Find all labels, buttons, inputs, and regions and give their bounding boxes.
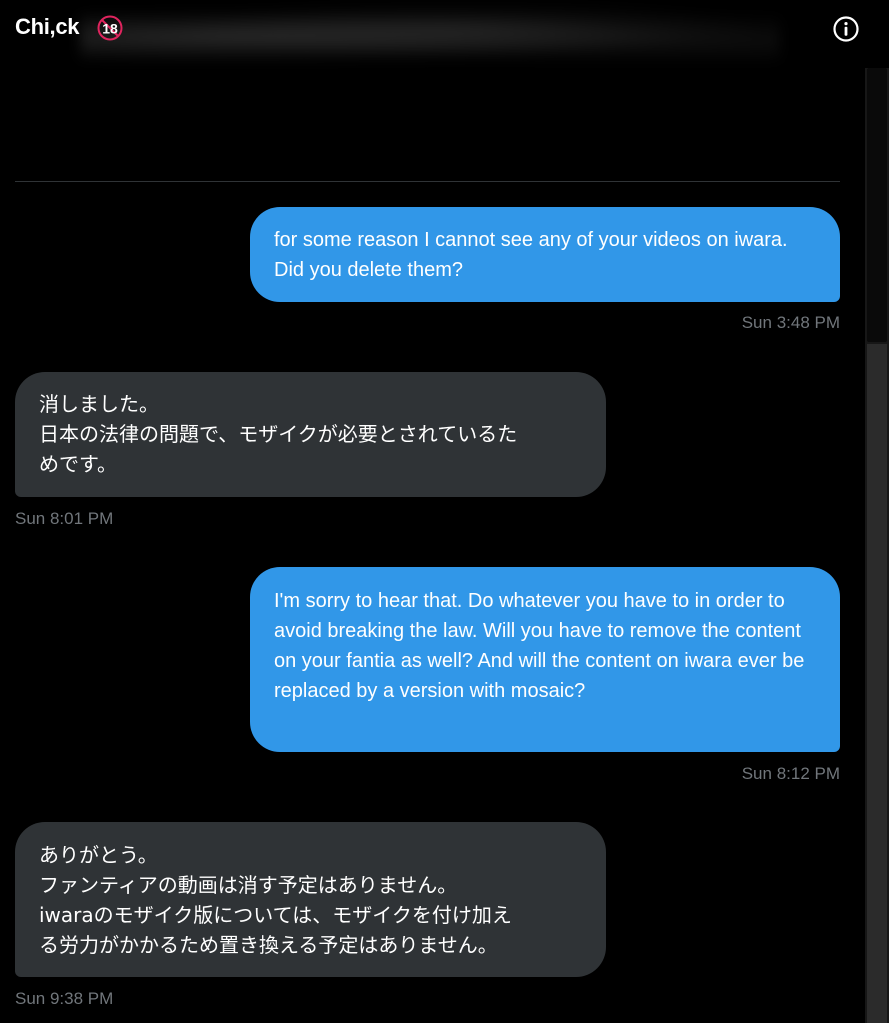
message-timestamp: Sun 9:38 PM bbox=[15, 989, 114, 1008]
age-badge-label: 18 bbox=[102, 21, 118, 37]
conversation-title[interactable]: Chi,ck bbox=[15, 14, 80, 40]
message-bubble-received[interactable]: 消しました。 日本の法律の問題で、モザイクが必要とされているた めです。 bbox=[15, 372, 606, 497]
age-restriction-icon: 18 bbox=[97, 15, 123, 41]
divider bbox=[15, 181, 840, 182]
message-bubble-sent[interactable]: for some reason I cannot see any of your… bbox=[250, 207, 840, 302]
message-bubble-sent[interactable]: I'm sorry to hear that. Do whatever you … bbox=[250, 567, 840, 752]
message-bubble-received[interactable]: ありがとう。 ファンティアの動画は消す予定はありません。 iwaraのモザイク版… bbox=[15, 822, 606, 977]
scrollbar-thumb[interactable] bbox=[867, 68, 887, 342]
conversation-header: Chi,ck 18 bbox=[0, 0, 889, 66]
dm-conversation-view: Chi,ck 18 for some reason I cannot see a… bbox=[0, 0, 889, 1023]
scrollbar-track-lower[interactable] bbox=[867, 344, 887, 1023]
info-icon[interactable] bbox=[832, 15, 860, 43]
message-timestamp: Sun 8:12 PM bbox=[741, 764, 840, 783]
message-timestamp: Sun 8:01 PM bbox=[15, 509, 114, 528]
redacted-username bbox=[80, 6, 780, 62]
message-timestamp: Sun 3:48 PM bbox=[741, 313, 840, 332]
